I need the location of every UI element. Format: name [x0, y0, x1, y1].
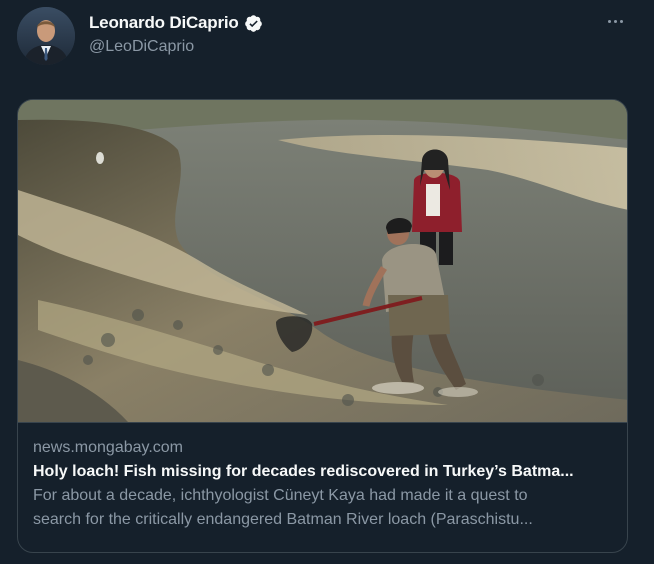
river-photo-icon: [18, 100, 627, 422]
display-name[interactable]: Leonardo DiCaprio: [89, 13, 239, 33]
link-card[interactable]: news.mongabay.com Holy loach! Fish missi…: [17, 99, 628, 553]
profile-photo-icon: [17, 7, 75, 65]
card-description-line-1: For about a decade, ichthyologist Cüneyt…: [33, 487, 528, 504]
author-handle[interactable]: @LeoDiCaprio: [89, 38, 194, 56]
more-options-button[interactable]: [602, 11, 628, 31]
ellipsis-icon: [619, 19, 623, 23]
card-description-line-2: search for the critically endangered Bat…: [33, 511, 533, 528]
card-image[interactable]: [18, 100, 627, 422]
ellipsis-icon: [607, 19, 611, 23]
verified-badge-icon: [244, 14, 262, 32]
author-name-row: Leonardo DiCaprio: [89, 13, 263, 33]
card-body: news.mongabay.com Holy loach! Fish missi…: [18, 422, 627, 552]
card-domain: news.mongabay.com: [33, 439, 183, 456]
tweet: Leonardo DiCaprio @LeoDiCaprio news.mong…: [0, 0, 654, 564]
card-title[interactable]: Holy loach! Fish missing for decades red…: [33, 461, 612, 483]
avatar[interactable]: [17, 7, 75, 65]
ellipsis-icon: [613, 19, 617, 23]
